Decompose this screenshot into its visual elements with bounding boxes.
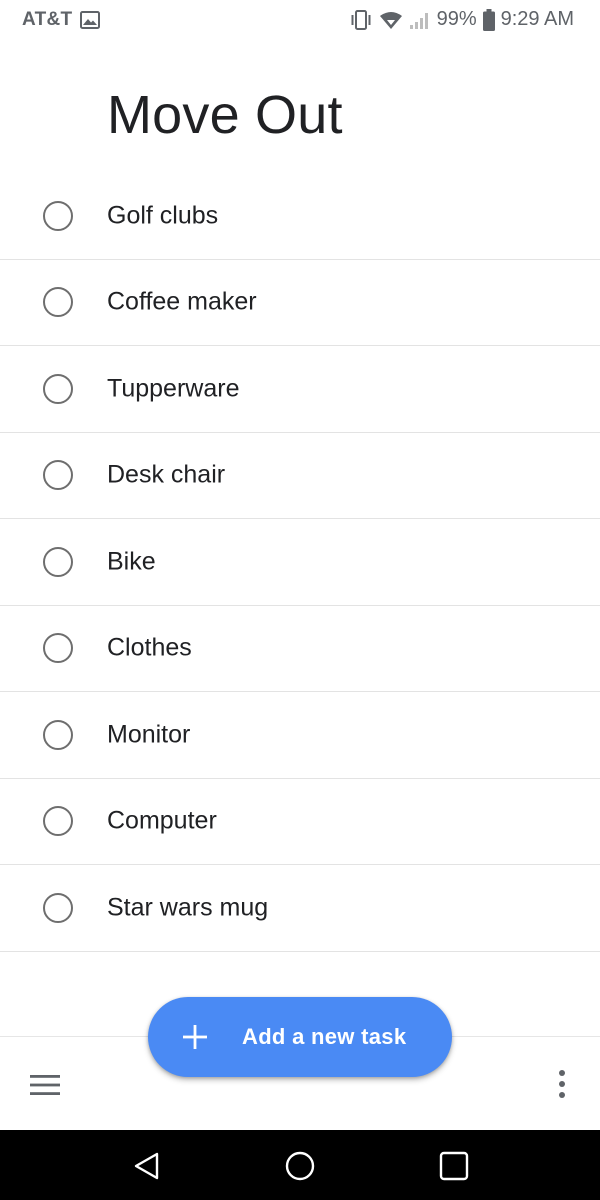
- status-right: 99% 9:29 AM: [349, 8, 574, 31]
- wifi-icon: [379, 10, 403, 30]
- task-title[interactable]: Bike: [107, 547, 156, 576]
- task-title[interactable]: Desk chair: [107, 461, 225, 490]
- status-left: AT&T: [22, 9, 101, 31]
- status-bar: AT&T 99% 9:29 AM: [0, 0, 600, 40]
- task-complete-checkbox[interactable]: [43, 373, 73, 404]
- task-complete-checkbox[interactable]: [43, 633, 73, 664]
- recents-icon[interactable]: [437, 1149, 471, 1183]
- image-notification-icon: [80, 11, 101, 29]
- task-row[interactable]: Tupperware: [0, 346, 600, 433]
- vibrate-icon: [349, 9, 373, 31]
- task-complete-checkbox[interactable]: [43, 546, 73, 577]
- task-complete-checkbox[interactable]: [43, 460, 73, 491]
- plus-icon: [181, 1023, 209, 1051]
- battery-icon: [482, 8, 495, 31]
- task-row[interactable]: Coffee maker: [0, 260, 600, 346]
- task-row[interactable]: Bike: [0, 519, 600, 606]
- carrier-name: AT&T: [22, 9, 73, 30]
- clock: 9:29 AM: [500, 8, 574, 30]
- task-title[interactable]: Coffee maker: [107, 288, 257, 317]
- home-icon[interactable]: [283, 1149, 317, 1183]
- page-title: Move Out: [107, 85, 343, 145]
- back-icon[interactable]: [130, 1149, 164, 1183]
- task-complete-checkbox[interactable]: [43, 806, 73, 837]
- task-complete-checkbox[interactable]: [43, 892, 73, 923]
- menu-icon[interactable]: [28, 1071, 64, 1099]
- task-row[interactable]: Golf clubs: [0, 173, 600, 260]
- add-task-button[interactable]: Add a new task: [148, 997, 452, 1077]
- task-title[interactable]: Clothes: [107, 634, 192, 663]
- task-complete-checkbox[interactable]: [43, 719, 73, 750]
- task-row[interactable]: Desk chair: [0, 433, 600, 519]
- task-row[interactable]: Computer: [0, 779, 600, 865]
- battery-percent: 99%: [436, 8, 477, 30]
- add-task-label: Add a new task: [242, 1024, 407, 1049]
- task-row[interactable]: Star wars mug: [0, 865, 600, 952]
- task-row[interactable]: Clothes: [0, 606, 600, 692]
- task-title[interactable]: Monitor: [107, 720, 190, 749]
- task-title[interactable]: Star wars mug: [107, 893, 268, 922]
- more-vert-icon[interactable]: [552, 1067, 572, 1101]
- signal-icon: [409, 11, 431, 29]
- task-title[interactable]: Computer: [107, 807, 217, 836]
- task-title[interactable]: Golf clubs: [107, 201, 218, 230]
- task-title[interactable]: Tupperware: [107, 374, 239, 403]
- system-nav-bar: [0, 1130, 600, 1200]
- task-complete-checkbox[interactable]: [43, 287, 73, 318]
- task-row[interactable]: Monitor: [0, 692, 600, 779]
- task-complete-checkbox[interactable]: [43, 200, 73, 231]
- task-list: Golf clubs Coffee maker Tupperware Desk …: [0, 173, 600, 952]
